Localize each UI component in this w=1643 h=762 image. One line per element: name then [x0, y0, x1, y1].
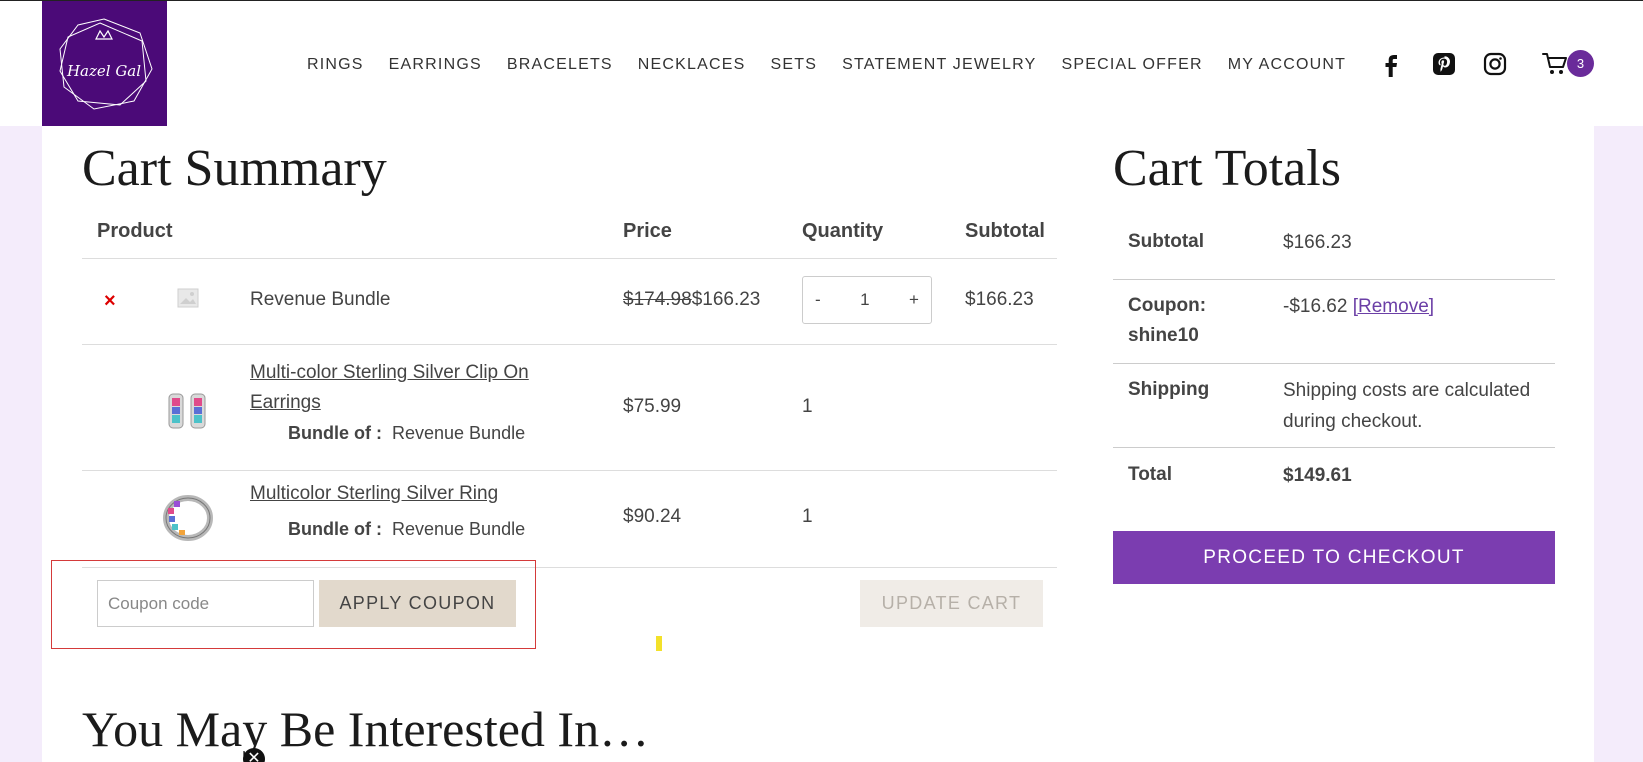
product-link-ring[interactable]: Multicolor Sterling Silver Ring: [250, 483, 498, 504]
nav-rings[interactable]: RINGS: [307, 53, 364, 77]
logo-text: Hazel Gal: [66, 62, 141, 80]
quantity-stepper: - 1 +: [802, 276, 932, 324]
bundle-info: Bundle of : Revenue Bundle: [288, 423, 525, 444]
cart-summary-title: Cart Summary: [82, 140, 387, 197]
quantity-input[interactable]: 1: [860, 290, 869, 310]
price-cell: $90.24: [623, 506, 682, 527]
nav-special-offer[interactable]: SPECIAL OFFER: [1061, 53, 1202, 77]
cursor-marker: [656, 636, 662, 651]
totals-total-label: Total: [1128, 464, 1172, 485]
proceed-to-checkout-button[interactable]: PROCEED TO CHECKOUT: [1113, 531, 1555, 584]
cart-icon[interactable]: [1541, 50, 1569, 78]
nav-sets[interactable]: SETS: [771, 53, 818, 77]
update-cart-button[interactable]: UPDATE CART: [860, 580, 1043, 627]
cart-count-badge[interactable]: 3: [1567, 50, 1594, 77]
ring-thumbnail[interactable]: [160, 490, 216, 546]
product-name-ring[interactable]: Multicolor Sterling Silver Ring: [250, 483, 498, 505]
totals-subtotal-value: $166.23: [1283, 232, 1352, 253]
quantity-increment-button[interactable]: +: [909, 290, 919, 310]
bundle-info: Bundle of : Revenue Bundle: [288, 519, 525, 540]
totals-coupon-label: Coupon: shine10: [1128, 291, 1206, 351]
bundle-name: Revenue Bundle: [392, 519, 526, 539]
nav-earrings[interactable]: EARRINGS: [389, 53, 482, 77]
price-cell: $75.99: [623, 396, 682, 417]
original-price: $174.98: [623, 289, 692, 310]
row-subtotal: $166.23: [965, 289, 1034, 310]
nav-my-account[interactable]: MY ACCOUNT: [1228, 53, 1346, 77]
apply-coupon-button[interactable]: APPLY COUPON: [319, 580, 516, 627]
product-link-earrings-line1[interactable]: Multi-color Sterling Silver Clip On: [250, 362, 529, 383]
coupon-discount: -$16.62: [1283, 296, 1348, 317]
product-name-earrings[interactable]: Multi-color Sterling Silver Clip On Earr…: [250, 358, 529, 418]
totals-divider: [1113, 447, 1555, 448]
earrings-thumbnail[interactable]: [160, 384, 216, 440]
facebook-icon[interactable]: [1379, 51, 1405, 77]
coupon-code: shine10: [1128, 325, 1199, 346]
nav-statement-jewelry[interactable]: STATEMENT JEWELRY: [842, 53, 1036, 77]
quantity-decrement-button[interactable]: -: [815, 290, 821, 310]
table-divider: [82, 258, 1057, 259]
shipping-line1: Shipping costs are calculated: [1283, 380, 1531, 401]
column-header-quantity: Quantity: [802, 220, 884, 242]
column-header-product: Product: [97, 220, 173, 242]
coupon-label: Coupon:: [1128, 295, 1207, 316]
cart-totals-title: Cart Totals: [1113, 140, 1341, 197]
bundle-of-label: Bundle of :: [288, 423, 382, 443]
product-name-revenue-bundle: Revenue Bundle: [250, 289, 391, 310]
totals-shipping-value: Shipping costs are calculated during che…: [1283, 375, 1530, 437]
totals-subtotal-label: Subtotal: [1128, 231, 1204, 252]
table-divider: [82, 470, 1057, 471]
main-content: Cart Summary Product Price Quantity Subt…: [42, 126, 1594, 762]
instagram-icon[interactable]: [1482, 51, 1508, 77]
shipping-line2: during checkout.: [1283, 411, 1423, 432]
bundle-of-label: Bundle of :: [288, 519, 382, 539]
table-divider: [82, 344, 1057, 345]
quantity-value: 1: [802, 396, 813, 417]
remove-coupon-link[interactable]: [Remove]: [1353, 296, 1434, 317]
site-header: Hazel Gal RINGS EARRINGS BRACELETS NECKL…: [0, 1, 1643, 126]
page: Hazel Gal RINGS EARRINGS BRACELETS NECKL…: [0, 0, 1643, 762]
remove-item-button[interactable]: ×: [104, 290, 116, 313]
logo-emblem-icon: Hazel Gal: [59, 18, 153, 110]
bundle-name: Revenue Bundle: [392, 423, 526, 443]
totals-divider: [1113, 279, 1555, 280]
price-cell: $174.98$166.23: [623, 289, 760, 311]
totals-shipping-label: Shipping: [1128, 379, 1210, 400]
main-nav: RINGS EARRINGS BRACELETS NECKLACES SETS …: [307, 53, 1371, 77]
related-products-title: You May Be Interested In…: [82, 701, 650, 757]
coupon-code-input[interactable]: [97, 580, 314, 627]
nav-bracelets[interactable]: BRACELETS: [507, 53, 613, 77]
sale-price: $166.23: [691, 289, 761, 310]
quantity-value: 1: [802, 506, 813, 527]
site-logo[interactable]: Hazel Gal: [42, 1, 167, 126]
product-link-earrings-line2[interactable]: Earrings: [250, 392, 321, 413]
product-placeholder-image-icon: [177, 288, 199, 308]
column-header-subtotal: Subtotal: [965, 220, 1045, 242]
nav-necklaces[interactable]: NECKLACES: [638, 53, 746, 77]
totals-divider: [1113, 363, 1555, 364]
totals-total-value: $149.61: [1283, 465, 1352, 486]
column-header-price: Price: [623, 220, 672, 242]
totals-coupon-value: -$16.62 [Remove]: [1283, 291, 1434, 322]
pinterest-icon[interactable]: [1431, 51, 1457, 77]
